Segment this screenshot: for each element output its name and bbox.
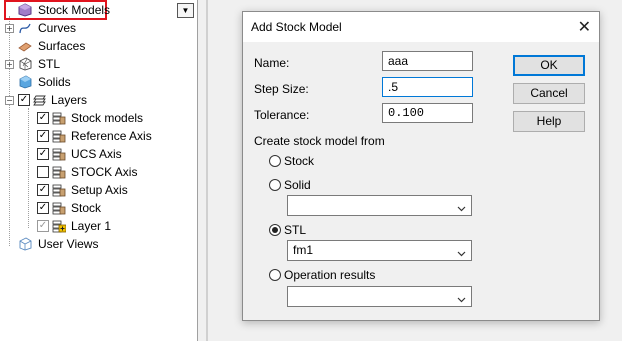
step-size-label: Step Size: bbox=[254, 82, 309, 96]
tree-item-curves[interactable]: Curves bbox=[0, 19, 190, 37]
create-from-label: Create stock model from bbox=[254, 134, 385, 148]
project-tree: Stock Models ▼ + Curves Surfaces + STL S… bbox=[0, 0, 198, 341]
layer-icon bbox=[52, 129, 66, 143]
layer-checkbox[interactable] bbox=[37, 166, 49, 178]
tree-item-user-views[interactable]: User Views bbox=[0, 235, 190, 253]
dialog-title: Add Stock Model bbox=[251, 20, 342, 34]
tree-item-solids[interactable]: Solids bbox=[0, 73, 190, 91]
tree-item-label: Layers bbox=[51, 93, 88, 107]
layers-checkbox[interactable]: ✓ bbox=[18, 94, 30, 106]
layers-icon bbox=[33, 93, 47, 107]
tolerance-label: Tolerance: bbox=[254, 108, 310, 122]
solid-select[interactable] bbox=[287, 195, 472, 216]
layer-icon bbox=[52, 111, 66, 125]
layer-icon bbox=[52, 165, 66, 179]
pane-splitter[interactable] bbox=[198, 0, 206, 341]
layer-checkbox[interactable]: ✓ bbox=[37, 202, 49, 214]
user-views-icon bbox=[18, 237, 32, 251]
layer-checkbox[interactable]: ✓ bbox=[37, 220, 49, 232]
tree-item-label: User Views bbox=[38, 237, 99, 251]
tree-item-stock-models[interactable]: Stock Models bbox=[0, 1, 190, 19]
tree-item-label: UCS Axis bbox=[71, 147, 122, 161]
tree-item-label: Stock Models bbox=[38, 3, 111, 17]
name-label: Name: bbox=[254, 56, 290, 70]
close-icon[interactable]: ✕ bbox=[578, 17, 591, 36]
radio-stock-label: Stock bbox=[284, 154, 315, 168]
tree-item-layers[interactable]: ✓ Layers bbox=[0, 91, 190, 109]
tolerance-field[interactable]: 0.100 bbox=[382, 103, 473, 123]
chevron-down-icon bbox=[457, 291, 466, 303]
operation-results-select[interactable] bbox=[287, 286, 472, 307]
tree-item-label: Reference Axis bbox=[71, 129, 152, 143]
tree-item-layer[interactable]: ✓ Layer 1 bbox=[0, 217, 190, 235]
tree-item-stl[interactable]: STL bbox=[0, 55, 190, 73]
chevron-down-icon: ▼ bbox=[181, 6, 190, 15]
stl-icon bbox=[18, 57, 32, 71]
tree-dropdown-button[interactable]: ▼ bbox=[177, 3, 194, 18]
layer-checkbox[interactable]: ✓ bbox=[37, 184, 49, 196]
surfaces-icon bbox=[18, 39, 32, 53]
solids-icon bbox=[18, 75, 32, 89]
radio-selected-dot bbox=[272, 227, 278, 233]
tree-item-layer[interactable]: ✓ Reference Axis bbox=[0, 127, 190, 145]
radio-solid-label: Solid bbox=[284, 178, 311, 192]
radio-stock[interactable] bbox=[269, 155, 281, 167]
dialog-titlebar[interactable]: Add Stock Model ✕ bbox=[243, 12, 599, 42]
cancel-button[interactable]: Cancel bbox=[513, 83, 585, 104]
step-size-field[interactable]: .5 bbox=[382, 77, 473, 97]
tree-item-layer[interactable]: STOCK Axis bbox=[0, 163, 190, 181]
radio-operation-results[interactable] bbox=[269, 269, 281, 281]
tree-item-layer[interactable]: ✓ UCS Axis bbox=[0, 145, 190, 163]
tree-item-label: Solids bbox=[38, 75, 71, 89]
layer-checkbox[interactable]: ✓ bbox=[37, 112, 49, 124]
active-layer-icon bbox=[52, 219, 67, 233]
tree-item-surfaces[interactable]: Surfaces bbox=[0, 37, 190, 55]
layer-icon bbox=[52, 147, 66, 161]
curves-icon bbox=[18, 21, 32, 35]
tree-item-label: Setup Axis bbox=[71, 183, 128, 197]
layer-checkbox[interactable]: ✓ bbox=[37, 130, 49, 142]
chevron-down-icon bbox=[457, 200, 466, 212]
radio-solid[interactable] bbox=[269, 179, 281, 191]
chevron-down-icon bbox=[457, 245, 466, 257]
pane-divider bbox=[206, 0, 208, 341]
tree-item-label: Stock models bbox=[71, 111, 144, 125]
add-stock-model-dialog: Add Stock Model ✕ Name: aaa Step Size: .… bbox=[242, 11, 600, 321]
name-field[interactable]: aaa bbox=[382, 51, 473, 71]
stl-select[interactable]: fm1 bbox=[287, 240, 472, 261]
tree-item-label: Curves bbox=[38, 21, 77, 35]
layer-icon bbox=[52, 201, 66, 215]
layer-icon bbox=[52, 183, 66, 197]
tree-item-label: STOCK Axis bbox=[71, 165, 138, 179]
tree-item-layer[interactable]: ✓ Stock bbox=[0, 199, 190, 217]
tree-item-layer[interactable]: ✓ Stock models bbox=[0, 109, 190, 127]
tree-item-label: Stock bbox=[71, 201, 102, 215]
stl-select-value: fm1 bbox=[293, 243, 314, 257]
radio-stl-label: STL bbox=[284, 223, 307, 237]
radio-operation-results-label: Operation results bbox=[284, 268, 376, 282]
ok-button[interactable]: OK bbox=[513, 55, 585, 76]
tree-item-label: Surfaces bbox=[38, 39, 86, 53]
tree-item-label: STL bbox=[38, 57, 61, 71]
tree-item-layer[interactable]: ✓ Setup Axis bbox=[0, 181, 190, 199]
tree-item-label: Layer 1 bbox=[71, 219, 112, 233]
radio-stl[interactable] bbox=[269, 224, 281, 236]
stock-models-icon bbox=[18, 3, 32, 17]
help-button[interactable]: Help bbox=[513, 111, 585, 132]
layer-checkbox[interactable]: ✓ bbox=[37, 148, 49, 160]
